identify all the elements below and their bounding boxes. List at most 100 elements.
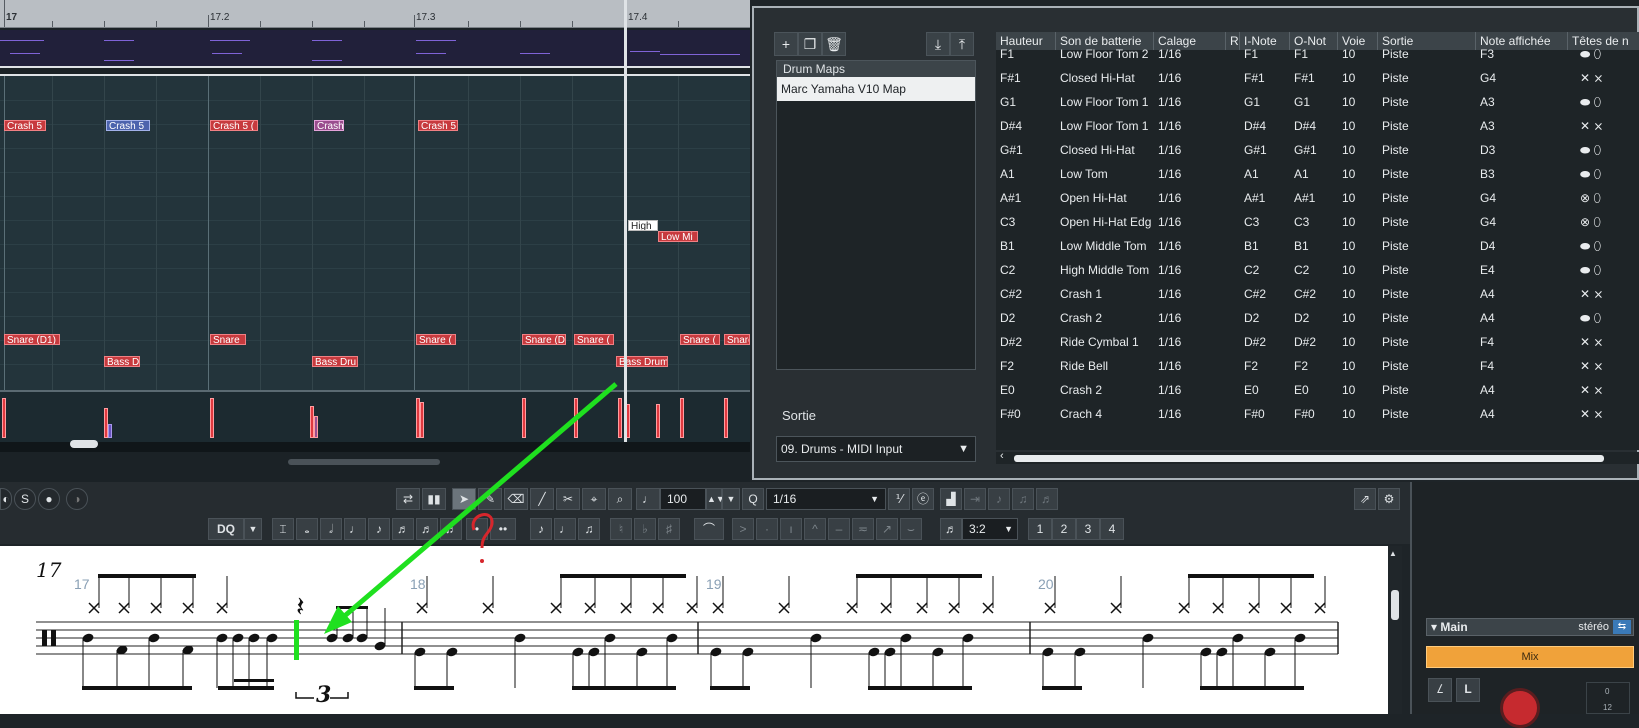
- note-grid[interactable]: Crash 5 Crash 5 Crash 5 ( Crash Crash 5 …: [0, 74, 750, 392]
- sharp-icon[interactable]: ♯: [658, 518, 680, 540]
- output-cell[interactable]: Piste: [1378, 114, 1448, 139]
- switch-arrows-icon[interactable]: ⇆: [1613, 620, 1631, 634]
- zoom-scrollbar[interactable]: [288, 459, 440, 465]
- sound-cell[interactable]: Closed Hi-Hat: [1056, 66, 1154, 91]
- table-row[interactable]: G1 Low Floor Tom 1 1/16 G1 G1 10 Piste A3 ⬬ ⬯: [996, 90, 1639, 115]
- tuplet-select[interactable]: 3:2 ▼: [962, 518, 1018, 540]
- score-vertical-scrollbar[interactable]: [1388, 546, 1402, 714]
- sound-cell[interactable]: Crash 2: [1056, 306, 1154, 331]
- velocity-bar[interactable]: [2, 398, 6, 438]
- chord-icon[interactable]: ♬: [1036, 488, 1058, 510]
- score-page[interactable]: 𝄽 17 17 18 19 20 3: [0, 546, 1388, 714]
- double-dot-icon[interactable]: ••: [490, 518, 516, 540]
- quantize-cell[interactable]: 1/16: [1154, 162, 1224, 187]
- drum-note-low-mid-tom[interactable]: Low Mi: [658, 231, 698, 242]
- output-cell[interactable]: Piste: [1378, 210, 1448, 235]
- thirty-second-note-icon[interactable]: ♬: [416, 518, 438, 540]
- quantize-cell[interactable]: 1/16: [1154, 234, 1224, 259]
- latch-icon[interactable]: 𝐿: [1428, 678, 1452, 702]
- plus-icon[interactable]: +: [774, 32, 798, 56]
- velocity-bar[interactable]: [618, 398, 622, 438]
- display-note-cell[interactable]: E4: [1476, 258, 1546, 283]
- sound-cell[interactable]: Ride Cymbal 1: [1056, 330, 1154, 355]
- sound-cell[interactable]: Crash 1: [1056, 282, 1154, 307]
- circled-notehead-icon[interactable]: ⊗ ⬯: [1576, 186, 1636, 211]
- output-cell[interactable]: Piste: [1378, 90, 1448, 115]
- cross-notehead-icon[interactable]: ✕ ⨯: [1576, 354, 1636, 379]
- table-row[interactable]: G#1 Closed Hi-Hat 1/16 G#1 G#1 10 Piste D3 ⬬ ⬯: [996, 138, 1639, 163]
- display-note-cell[interactable]: A4: [1476, 282, 1546, 307]
- display-note-cell[interactable]: A4: [1476, 306, 1546, 331]
- output-cell[interactable]: Piste: [1378, 282, 1448, 307]
- zoom-icon[interactable]: ⌕: [608, 488, 632, 510]
- quantize-select[interactable]: 1/16 ▼: [766, 488, 886, 510]
- output-cell[interactable]: Piste: [1378, 162, 1448, 187]
- euclidean-icon[interactable]: ⓔ: [912, 488, 934, 510]
- quantize-cell[interactable]: 1/16: [1154, 138, 1224, 163]
- quarter-note-icon[interactable]: ♩: [344, 518, 366, 540]
- display-note-cell[interactable]: D4: [1476, 234, 1546, 259]
- velocity-bar[interactable]: [724, 398, 728, 438]
- eighth-note-icon[interactable]: ♪: [368, 518, 390, 540]
- horizontal-scrollbar[interactable]: [0, 442, 750, 452]
- object-selection-icon[interactable]: ⇄: [396, 488, 420, 510]
- sound-cell[interactable]: Crash 2: [1056, 378, 1154, 403]
- table-row[interactable]: F#0 Crach 4 1/16 F#0 F#0 10 Piste A4 ✕ ⨯: [996, 402, 1639, 427]
- drum-note-snare[interactable]: Snare: [210, 334, 246, 345]
- table-row[interactable]: F2 Ride Bell 1/16 F2 F2 10 Piste F4 ✕ ⨯: [996, 354, 1639, 379]
- output-cell[interactable]: Piste: [1378, 402, 1448, 427]
- velocity-stepper-icon[interactable]: ▲▼: [706, 488, 725, 510]
- flat-icon[interactable]: ♭: [634, 518, 656, 540]
- drum-note-bass[interactable]: Bass D: [104, 356, 140, 367]
- drum-note-crash[interactable]: Crash 5: [106, 120, 150, 131]
- output-cell[interactable]: Piste: [1378, 234, 1448, 259]
- quantize-cell[interactable]: 1/16: [1154, 306, 1224, 331]
- voice-2-button[interactable]: 2: [1052, 518, 1076, 540]
- display-note-cell[interactable]: A3: [1476, 90, 1546, 115]
- quantize-cell[interactable]: 1/16: [1154, 66, 1224, 91]
- cue-note-icon[interactable]: ♩: [554, 518, 576, 540]
- scissors-icon[interactable]: ✂: [556, 488, 580, 510]
- import-icon[interactable]: ⤓: [926, 32, 950, 56]
- eraser-icon[interactable]: ⌫: [504, 488, 528, 510]
- settings-icon[interactable]: ⚙: [1378, 488, 1400, 510]
- display-note-cell[interactable]: B3: [1476, 162, 1546, 187]
- cross-notehead-icon[interactable]: ✕ ⨯: [1576, 114, 1636, 139]
- quantize-cell[interactable]: 1/16: [1154, 114, 1224, 139]
- display-note-cell[interactable]: G4: [1476, 186, 1546, 211]
- output-cell[interactable]: Piste: [1378, 330, 1448, 355]
- sound-cell[interactable]: Ride Bell: [1056, 354, 1154, 379]
- table-row[interactable]: C#2 Crash 1 1/16 C#2 C#2 10 Piste A4 ✕ ⨯: [996, 282, 1639, 307]
- output-select[interactable]: 09. Drums - MIDI Input ▼: [776, 436, 976, 462]
- display-note-cell[interactable]: A4: [1476, 402, 1546, 427]
- oval-notehead-icon[interactable]: ⬬ ⬯: [1576, 90, 1636, 115]
- drum-note-snare[interactable]: Snare (: [574, 334, 614, 345]
- sound-cell[interactable]: Low Floor Tom 1: [1056, 114, 1154, 139]
- quantize-cell[interactable]: 1/16: [1154, 186, 1224, 211]
- drum-note-snare[interactable]: Snare (D1): [4, 334, 60, 345]
- autoscroll-icon[interactable]: ▮▮: [422, 488, 446, 510]
- velocity-bar[interactable]: [680, 398, 684, 438]
- sound-cell[interactable]: Open Hi-Hat: [1056, 186, 1154, 211]
- cross-notehead-icon[interactable]: ✕ ⨯: [1576, 66, 1636, 91]
- table-row[interactable]: D#4 Low Floor Tom 1 1/16 D#4 D#4 10 Piste A3 ✕ ⨯: [996, 114, 1639, 139]
- drum-note-snare[interactable]: Snare (: [680, 334, 720, 345]
- table-row[interactable]: E0 Crash 2 1/16 E0 E0 10 Piste A4 ✕ ⨯: [996, 378, 1639, 403]
- velocity-bar[interactable]: [420, 402, 424, 438]
- table-horizontal-scrollbar[interactable]: ‹: [996, 450, 1639, 464]
- quantize-cell[interactable]: 1/16: [1154, 210, 1224, 235]
- voice-3-button[interactable]: 3: [1076, 518, 1100, 540]
- chevron-down-icon[interactable]: ▼: [244, 518, 262, 540]
- velocity-bar[interactable]: [108, 424, 112, 438]
- glissando-icon[interactable]: ↗: [876, 518, 898, 540]
- listen-button[interactable]: L: [1456, 678, 1480, 702]
- drum-note-crash[interactable]: Crash 5 (: [210, 120, 258, 131]
- quantize-cell[interactable]: 1/16: [1154, 90, 1224, 115]
- trash-icon[interactable]: 🗑: [822, 32, 846, 56]
- oval-notehead-icon[interactable]: ⬬ ⬯: [1576, 234, 1636, 259]
- timeline-ruler[interactable]: 17 17.2 17.3 17.4: [0, 0, 750, 28]
- output-cell[interactable]: Piste: [1378, 42, 1448, 67]
- sound-cell[interactable]: Low Floor Tom 1: [1056, 90, 1154, 115]
- velocity-bar[interactable]: [574, 398, 578, 438]
- quantize-cell[interactable]: 1/16: [1154, 330, 1224, 355]
